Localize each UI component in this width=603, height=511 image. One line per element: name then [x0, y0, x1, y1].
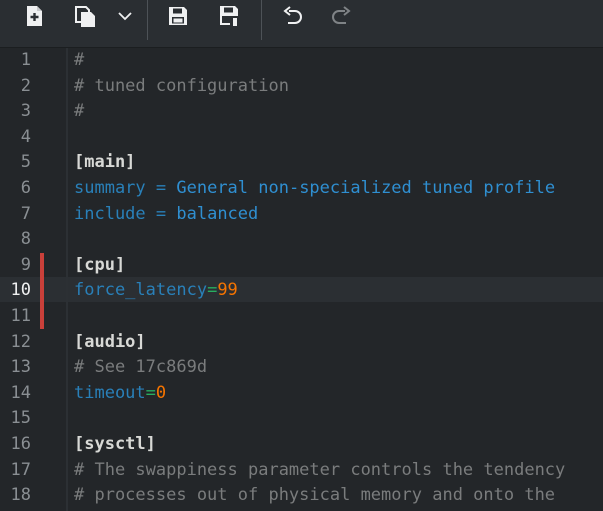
editor-view[interactable]: 1 #2 # tuned configuration 3 #4 5 [main] 6 summa… [0, 48, 603, 511]
line-number: 17 [10, 459, 31, 480]
code-text: # tuned configuration [74, 74, 289, 99]
line-number: 4 [20, 126, 31, 147]
code-text: # [74, 99, 84, 124]
code-line[interactable]: 14 timeout=0 [0, 381, 603, 406]
line-number: 5 [20, 152, 31, 173]
line-number: 14 [10, 382, 31, 403]
comment-token: # The swappiness parameter controls the … [74, 459, 566, 480]
line-number: 12 [10, 331, 31, 352]
code-line[interactable]: 6 summary = General non-specialized tuned… [0, 176, 603, 201]
code-text: [audio] [74, 330, 146, 355]
line-number: 1 [20, 50, 31, 70]
undo-button[interactable] [278, 3, 308, 29]
line-number: 10 [10, 280, 31, 301]
code-line[interactable]: 4 [0, 125, 603, 150]
code-text: timeout=0 [74, 381, 166, 406]
value-token: balanced [176, 203, 259, 224]
code-line[interactable]: 12 [audio] [0, 330, 603, 355]
code-text: include = balanced [74, 202, 258, 227]
text-editor-window: 1 #2 # tuned configuration 3 #4 5 [main] 6 summa… [0, 0, 603, 511]
code-line[interactable]: 17 # The swappiness parameter controls th… [0, 458, 603, 483]
key-token: timeout [74, 382, 146, 403]
code-text: # processes out of physical memory and o… [74, 483, 555, 508]
section-header-token: [audio] [74, 331, 146, 352]
line-number: 13 [10, 357, 31, 378]
line-number: 11 [10, 306, 31, 326]
save-icon [169, 7, 187, 25]
code-line[interactable]: 13 # See 17c869d [0, 355, 603, 380]
key-token: force_latency [74, 280, 208, 301]
code-line[interactable]: 9 [cpu] [0, 253, 603, 278]
code-line[interactable]: 1 # [0, 48, 603, 73]
code-text: [main] [74, 150, 135, 175]
key-token: summary [74, 178, 146, 198]
code-line[interactable]: 7 include = balanced [0, 202, 603, 227]
comment-token: # [74, 101, 85, 122]
code-line[interactable]: 3 # [0, 99, 603, 124]
code-line[interactable]: 11 [0, 304, 603, 329]
code-line[interactable]: 10 force_latency=99 [0, 278, 603, 303]
open-menu-button[interactable] [111, 3, 139, 29]
section-header-token: [main] [74, 152, 136, 173]
save-as-button[interactable] [215, 3, 245, 29]
code-line[interactable]: 16 [sysctl] [0, 432, 603, 457]
code-line[interactable]: 8 [0, 227, 603, 252]
operator-token: = [145, 382, 156, 403]
number-token: 99 [217, 280, 238, 301]
code-line[interactable]: 5 [main] [0, 150, 603, 175]
line-number: 15 [10, 408, 31, 429]
section-header-token: [sysctl] [74, 434, 156, 454]
line-number: 9 [20, 254, 31, 275]
new-document-button[interactable] [19, 3, 49, 29]
code-line[interactable]: 18 # processes out of physical memory and… [0, 483, 603, 508]
value-token: General non-specialized tuned profile [176, 178, 556, 198]
code-text: # See 17c869d [74, 355, 207, 380]
chevron-down-icon [118, 12, 132, 21]
save-as-icon [220, 6, 240, 27]
new-document-icon [27, 6, 42, 26]
line-number: 18 [10, 485, 31, 506]
comment-token: # See 17c869d [74, 357, 208, 378]
undo-icon [283, 6, 302, 24]
save-button[interactable] [163, 3, 193, 29]
line-number: 7 [20, 203, 31, 224]
number-token: 0 [155, 382, 167, 403]
line-number: 6 [20, 178, 31, 198]
line-number: 3 [20, 101, 31, 122]
toolbar-separator [261, 0, 262, 40]
code-text: [sysctl] [74, 432, 156, 457]
code-text: # The swappiness parameter controls the … [74, 458, 565, 483]
redo-icon [332, 6, 351, 24]
comment-token: # [74, 50, 85, 70]
code-line[interactable]: 15 [0, 406, 603, 431]
main-toolbar [0, 0, 603, 48]
redo-button[interactable] [326, 3, 356, 29]
documents-icon [75, 6, 95, 27]
line-number: 2 [20, 75, 31, 96]
key-token: include [74, 203, 146, 224]
comment-token: # processes out of physical memory and o… [74, 485, 556, 506]
code-text: force_latency=99 [74, 278, 238, 303]
code-text: # [74, 48, 84, 73]
section-header-token: [cpu] [74, 254, 126, 275]
operator-token: = [207, 280, 218, 301]
line-number: 16 [10, 434, 31, 454]
comment-token: # tuned configuration [74, 75, 289, 96]
open-document-button[interactable] [70, 3, 100, 29]
operator-token: = [145, 178, 177, 198]
toolbar-separator [147, 0, 148, 40]
operator-token: = [145, 203, 177, 224]
code-line[interactable]: 2 # tuned configuration [0, 74, 603, 99]
code-text: [cpu] [74, 253, 125, 278]
code-text: summary = General non-specialized tuned … [74, 176, 555, 201]
line-number: 8 [20, 229, 31, 250]
